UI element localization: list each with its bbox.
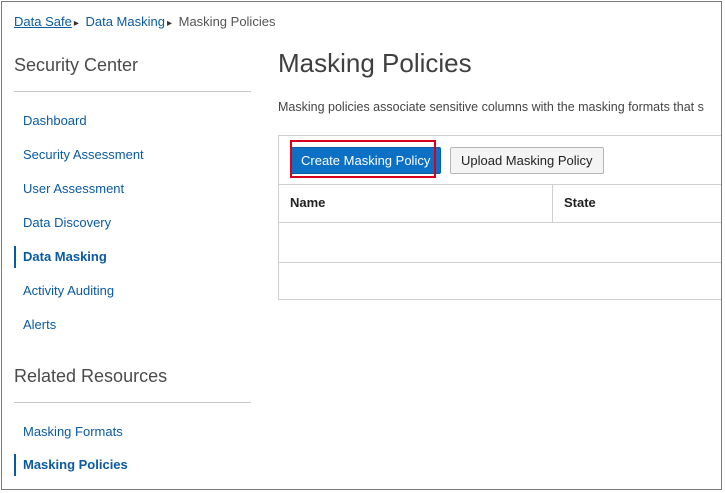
column-divider: [552, 184, 553, 222]
column-header-name[interactable]: Name: [290, 184, 325, 222]
sidebar-item-data-masking[interactable]: Data Masking: [14, 246, 250, 268]
related-resources-heading: Related Resources: [14, 366, 168, 386]
upload-masking-policy-button[interactable]: Upload Masking Policy: [450, 147, 604, 174]
sidebar-item-alerts[interactable]: Alerts: [14, 314, 250, 336]
sidebar-item-data-discovery[interactable]: Data Discovery: [14, 212, 250, 234]
sidebar-item-user-assessment[interactable]: User Assessment: [14, 178, 250, 200]
sidebar-divider: [14, 91, 251, 92]
sidebar-item-security-assessment[interactable]: Security Assessment: [14, 144, 250, 166]
security-center-heading: Security Center: [14, 55, 139, 75]
app-frame: Data Safe ▸ Data Masking ▸ Masking Policie…: [1, 1, 722, 490]
table-toolbar: Create Masking Policy Upload Masking Pol…: [279, 136, 721, 185]
sidebar-item-masking-policies[interactable]: Masking Policies: [14, 454, 250, 476]
page-title: Masking Policies: [278, 48, 472, 78]
main-content: Masking Policies Masking policies associ…: [278, 2, 721, 489]
page-description: Masking policies associate sensitive col…: [278, 100, 704, 114]
create-masking-policy-button[interactable]: Create Masking Policy: [290, 147, 442, 174]
sidebar-divider: [14, 402, 251, 403]
masking-policies-table: Create Masking Policy Upload Masking Pol…: [278, 135, 721, 302]
table-header: Name State: [279, 184, 721, 223]
sidebar-item-activity-auditing[interactable]: Activity Auditing: [14, 280, 250, 302]
sidebar: Security Center Dashboard Security Asses…: [2, 2, 262, 489]
table-row: [279, 263, 721, 302]
column-header-state[interactable]: State: [564, 184, 596, 222]
table-row: [279, 223, 721, 263]
sidebar-item-dashboard[interactable]: Dashboard: [14, 110, 250, 132]
sidebar-item-masking-formats[interactable]: Masking Formats: [14, 421, 250, 443]
